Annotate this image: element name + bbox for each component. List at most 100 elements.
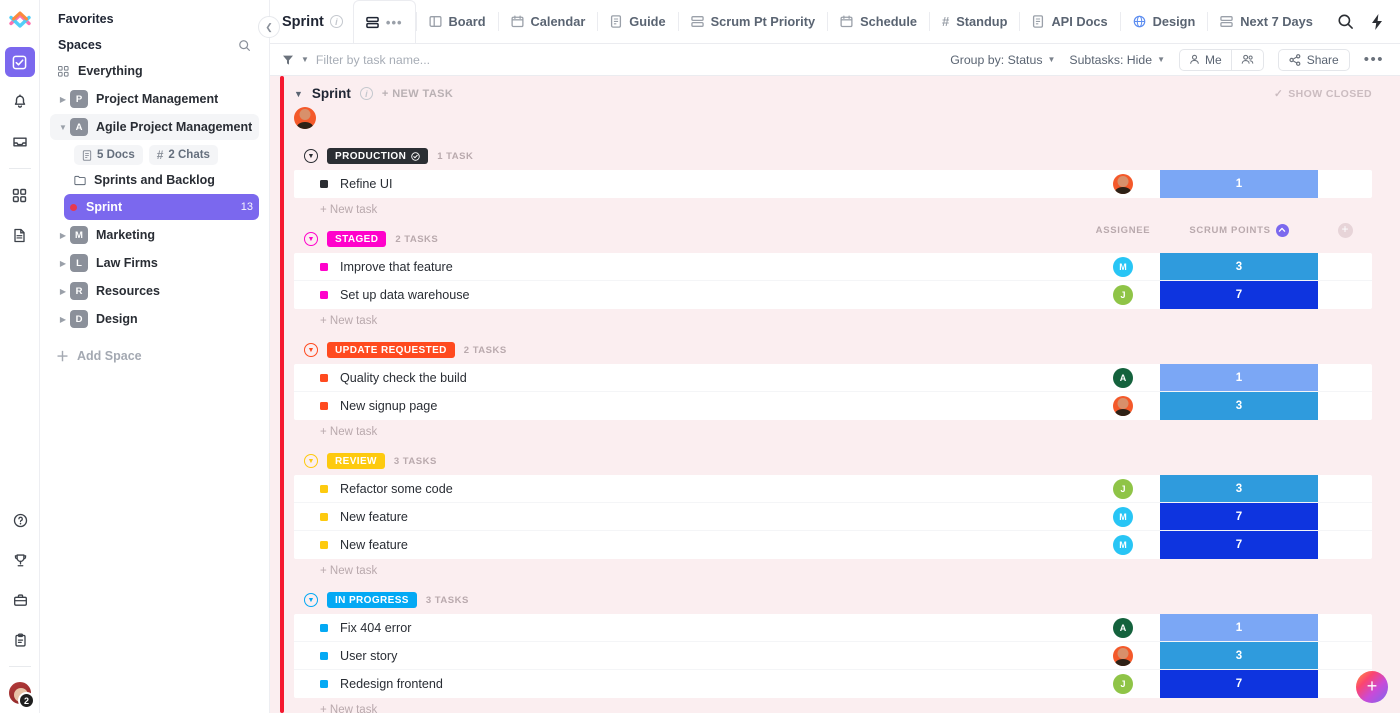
task-scrum-points-cell[interactable]: 7 bbox=[1160, 503, 1318, 530]
task-assignee-cell[interactable] bbox=[1086, 174, 1160, 194]
chevron-right-icon[interactable]: ▶ bbox=[56, 231, 70, 240]
table-row[interactable]: Improve that featureM3 bbox=[294, 253, 1372, 281]
rail-item-notifications[interactable] bbox=[5, 87, 35, 117]
group-collapse-chevron-icon[interactable]: ▼ bbox=[304, 149, 318, 163]
group-collapse-chevron-icon[interactable]: ▼ bbox=[304, 593, 318, 607]
tab-list-active[interactable]: ••• bbox=[353, 0, 416, 43]
status-badge[interactable]: IN PROGRESS bbox=[327, 592, 417, 608]
search-input[interactable]: Filter by task name... bbox=[316, 53, 430, 67]
chevron-right-icon[interactable]: ▶ bbox=[56, 287, 70, 296]
task-status-square[interactable] bbox=[320, 541, 328, 549]
task-name[interactable]: Set up data warehouse bbox=[340, 288, 1086, 302]
new-task-button[interactable]: + New task bbox=[294, 198, 1372, 218]
task-name[interactable]: New feature bbox=[340, 510, 1086, 524]
task-name[interactable]: Fix 404 error bbox=[340, 621, 1086, 635]
share-button[interactable]: Share bbox=[1278, 49, 1350, 71]
sidebar-folder-sprints-and-backlog[interactable]: Sprints and Backlog bbox=[50, 168, 259, 192]
status-badge[interactable]: UPDATE REQUESTED bbox=[327, 342, 455, 358]
tab-calendar[interactable]: Calendar bbox=[499, 0, 598, 43]
info-icon[interactable]: i bbox=[330, 15, 343, 28]
search-icon[interactable] bbox=[238, 39, 251, 52]
chevron-right-icon[interactable]: ▶ bbox=[56, 95, 70, 104]
table-row[interactable]: Redesign frontendJ7 bbox=[294, 670, 1372, 698]
tab-next-7-days[interactable]: Next 7 Days bbox=[1208, 0, 1321, 43]
tab-guide[interactable]: Guide bbox=[598, 0, 677, 43]
task-status-square[interactable] bbox=[320, 513, 328, 521]
new-task-button[interactable]: + New task bbox=[294, 420, 1372, 440]
sidebar-item-marketing[interactable]: ▶ M Marketing bbox=[50, 222, 259, 248]
task-assignee-cell[interactable]: M bbox=[1086, 535, 1160, 555]
table-row[interactable]: New signup page 3 bbox=[294, 392, 1372, 420]
search-icon[interactable] bbox=[1337, 13, 1354, 30]
sidebar-item-project-management[interactable]: ▶ P Project Management bbox=[50, 86, 259, 112]
table-row[interactable]: Refactor some codeJ3 bbox=[294, 475, 1372, 503]
task-status-square[interactable] bbox=[320, 624, 328, 632]
task-assignee-cell[interactable]: A bbox=[1086, 368, 1160, 388]
sidebar-item-law-firms[interactable]: ▶ L Law Firms bbox=[50, 250, 259, 276]
group-by-dropdown[interactable]: Group by: Status ▼ bbox=[950, 53, 1055, 67]
group-collapse-chevron-icon[interactable]: ▼ bbox=[304, 343, 318, 357]
clipboard-icon[interactable] bbox=[5, 625, 35, 655]
table-row[interactable]: Quality check the buildA1 bbox=[294, 364, 1372, 392]
tab-api-docs[interactable]: API Docs bbox=[1020, 0, 1119, 43]
subtasks-dropdown[interactable]: Subtasks: Hide ▼ bbox=[1069, 53, 1165, 67]
table-row[interactable]: New featureM7 bbox=[294, 503, 1372, 531]
task-assignee-cell[interactable] bbox=[1086, 646, 1160, 666]
task-scrum-points-cell[interactable]: 1 bbox=[1160, 364, 1318, 391]
new-task-button[interactable]: + New task bbox=[294, 309, 1372, 329]
task-name[interactable]: New feature bbox=[340, 538, 1086, 552]
filter-chevron-down-icon[interactable]: ▼ bbox=[301, 55, 309, 64]
tab-standup[interactable]: # Standup bbox=[930, 0, 1019, 43]
status-badge[interactable]: REVIEW bbox=[327, 453, 385, 469]
status-badge[interactable]: STAGED bbox=[327, 231, 386, 247]
clickup-logo[interactable] bbox=[6, 6, 34, 34]
table-row[interactable]: Set up data warehouseJ7 bbox=[294, 281, 1372, 309]
chevron-right-icon[interactable]: ▶ bbox=[56, 259, 70, 268]
task-assignee-cell[interactable]: J bbox=[1086, 285, 1160, 305]
task-scrum-points-cell[interactable]: 7 bbox=[1160, 281, 1318, 309]
task-name[interactable]: Redesign frontend bbox=[340, 677, 1086, 691]
task-assignee-cell[interactable] bbox=[1086, 396, 1160, 416]
task-assignee-cell[interactable]: M bbox=[1086, 507, 1160, 527]
task-assignee-cell[interactable]: M bbox=[1086, 257, 1160, 277]
filter-icon[interactable] bbox=[282, 54, 294, 66]
sidebar-collapse-button[interactable]: ❮ bbox=[258, 16, 280, 38]
task-status-square[interactable] bbox=[320, 374, 328, 382]
tab-schedule[interactable]: Schedule bbox=[828, 0, 929, 43]
sidebar-item-sprint[interactable]: Sprint 13 bbox=[64, 194, 259, 220]
task-status-square[interactable] bbox=[320, 291, 328, 299]
task-name[interactable]: New signup page bbox=[340, 399, 1086, 413]
task-scrum-points-cell[interactable]: 7 bbox=[1160, 531, 1318, 559]
table-row[interactable]: Fix 404 errorA1 bbox=[294, 614, 1372, 642]
task-scrum-points-cell[interactable]: 7 bbox=[1160, 670, 1318, 698]
sidebar-item-design[interactable]: ▶ D Design bbox=[50, 306, 259, 332]
info-icon[interactable]: i bbox=[360, 87, 373, 100]
task-name[interactable]: Quality check the build bbox=[340, 371, 1086, 385]
new-task-top-button[interactable]: + NEW TASK bbox=[382, 88, 453, 100]
task-scrum-points-cell[interactable]: 3 bbox=[1160, 475, 1318, 502]
briefcase-icon[interactable] bbox=[5, 585, 35, 615]
task-scrum-points-cell[interactable]: 3 bbox=[1160, 642, 1318, 669]
rail-item-tasks[interactable] bbox=[5, 47, 35, 77]
table-row[interactable]: User story 3 bbox=[294, 642, 1372, 670]
group-collapse-chevron-icon[interactable]: ▼ bbox=[304, 232, 318, 246]
task-name[interactable]: User story bbox=[340, 649, 1086, 663]
task-name[interactable]: Refactor some code bbox=[340, 482, 1086, 496]
group-collapse-chevron-icon[interactable]: ▼ bbox=[304, 454, 318, 468]
help-icon[interactable] bbox=[5, 505, 35, 535]
tab-more-icon[interactable]: ••• bbox=[386, 15, 403, 30]
bolt-icon[interactable] bbox=[1370, 13, 1384, 31]
task-scrum-points-cell[interactable]: 3 bbox=[1160, 392, 1318, 420]
column-header-assignee[interactable]: ASSIGNEE bbox=[1086, 225, 1160, 236]
task-status-square[interactable] bbox=[320, 263, 328, 271]
table-row[interactable]: Refine UI1 bbox=[294, 170, 1372, 198]
column-header-scrum-points[interactable]: SCRUM POINTS bbox=[1160, 224, 1318, 237]
new-task-button[interactable]: + New task bbox=[294, 559, 1372, 579]
sidebar-item-resources[interactable]: ▶ R Resources bbox=[50, 278, 259, 304]
add-column-button[interactable]: + bbox=[1318, 223, 1372, 238]
add-space-button[interactable]: ＋ Add Space bbox=[50, 338, 259, 373]
status-badge[interactable]: PRODUCTION bbox=[327, 148, 428, 164]
tab-board[interactable]: Board bbox=[417, 0, 498, 43]
task-scrum-points-cell[interactable]: 3 bbox=[1160, 253, 1318, 280]
avatar[interactable] bbox=[294, 107, 316, 129]
